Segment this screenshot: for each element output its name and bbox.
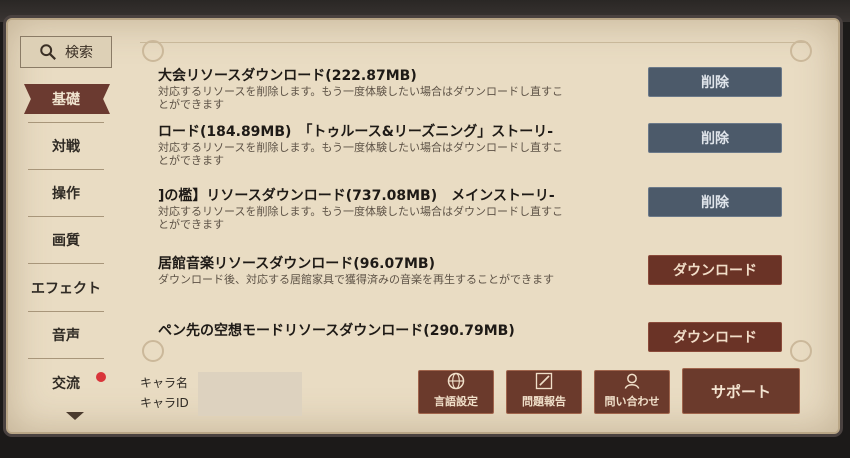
resource-title: ロード(184.89MB) 「トゥルース&リーズニング」ストーリ-	[158, 124, 554, 140]
nav-divider	[28, 358, 104, 364]
resource-description: ダウンロード後、対応する居館家具で獲得済みの音楽を再生することができます	[158, 273, 554, 286]
download-button[interactable]: ダウンロード	[648, 322, 782, 352]
char-name-label: キャラ名	[140, 376, 189, 390]
search-label: 検索	[65, 45, 93, 61]
resource-description: 対応するリソースを削除します。もう一度体験したい場合はダウンロードし直すことがで…	[158, 141, 564, 167]
nav-item-basic[interactable]: 基礎	[10, 84, 122, 114]
nav-item-social[interactable]: 交流	[10, 368, 122, 398]
delete-button[interactable]: 削除	[648, 67, 782, 97]
language-settings-label: 言語設定	[434, 395, 478, 408]
support-button[interactable]: サポート	[682, 368, 800, 414]
list-item: ロード(184.89MB) 「トゥルース&リーズニング」ストーリ- 対応するリソ…	[140, 121, 808, 181]
notification-dot	[96, 372, 106, 382]
search-button[interactable]: 検索	[20, 36, 112, 68]
list-item: 大会リソースダウンロード(222.87MB) 対応するリソースを削除します。もう…	[140, 65, 808, 125]
resource-title: 居館音楽リソースダウンロード(96.07MB)	[158, 256, 435, 272]
nav-item-label: 音声	[52, 328, 80, 344]
list-item: 居館音楽リソースダウンロード(96.07MB) ダウンロード後、対応する居館家具…	[140, 253, 808, 313]
resource-title: 大会リソースダウンロード(222.87MB)	[158, 68, 417, 84]
resource-list[interactable]: 大会リソースダウンロード(222.87MB) 対応するリソースを削除します。もう…	[140, 42, 808, 358]
list-item: ペン先の空想モードリソースダウンロード(290.79MB) ダウンロード	[140, 320, 808, 358]
resource-title: ]の檻】リソースダウンロード(737.08MB) メインストーリ-	[158, 188, 555, 204]
nav-item-label: 操作	[52, 186, 80, 202]
nav-item-graphics[interactable]: 画質	[10, 225, 122, 255]
search-icon	[40, 44, 56, 60]
nav-divider	[28, 216, 104, 222]
nav-divider	[28, 169, 104, 175]
report-issue-label: 問題報告	[522, 395, 566, 408]
contact-button[interactable]: 問い合わせ	[594, 370, 670, 414]
list-item: ]の檻】リソースダウンロード(737.08MB) メインストーリ- 対応するリソ…	[140, 185, 808, 245]
resource-description: 対応するリソースを削除します。もう一度体験したい場合はダウンロードし直すことがで…	[158, 205, 564, 231]
language-settings-button[interactable]: 言語設定	[418, 370, 494, 414]
report-issue-button[interactable]: 問題報告	[506, 370, 582, 414]
download-button[interactable]: ダウンロード	[648, 255, 782, 285]
support-agent-icon	[624, 373, 640, 389]
nav-item-controls[interactable]: 操作	[10, 178, 122, 208]
delete-button[interactable]: 削除	[648, 123, 782, 153]
resource-title: ペン先の空想モードリソースダウンロード(290.79MB)	[158, 323, 515, 339]
ornament-bottom-right	[790, 340, 812, 362]
ornament-bottom-left	[142, 340, 164, 362]
nav-item-label: エフェクト	[31, 281, 101, 297]
nav-item-battle[interactable]: 対戦	[10, 131, 122, 161]
nav-divider	[28, 122, 104, 128]
character-info-box	[198, 372, 302, 416]
nav-item-effects[interactable]: エフェクト	[10, 273, 122, 303]
contact-label: 問い合わせ	[604, 395, 660, 408]
sidebar: 検索 基礎 対戦 操作 画質 エフェクト 音声 交流	[10, 30, 122, 426]
nav-item-label: 基礎	[52, 92, 80, 108]
nav-item-audio[interactable]: 音声	[10, 320, 122, 350]
nav-divider	[28, 263, 104, 269]
char-id-label: キャラID	[140, 396, 189, 410]
nav-item-label: 対戦	[52, 139, 80, 155]
resource-description: 対応するリソースを削除します。もう一度体験したい場合はダウンロードし直すことがで…	[158, 85, 564, 111]
delete-button[interactable]: 削除	[648, 187, 782, 217]
globe-icon	[447, 372, 465, 390]
nav-divider	[28, 311, 104, 317]
nav-item-label: 交流	[52, 376, 80, 392]
scroll-down-arrow-icon[interactable]	[66, 412, 84, 420]
nav-item-label: 画質	[52, 233, 80, 249]
pen-icon	[535, 372, 553, 390]
